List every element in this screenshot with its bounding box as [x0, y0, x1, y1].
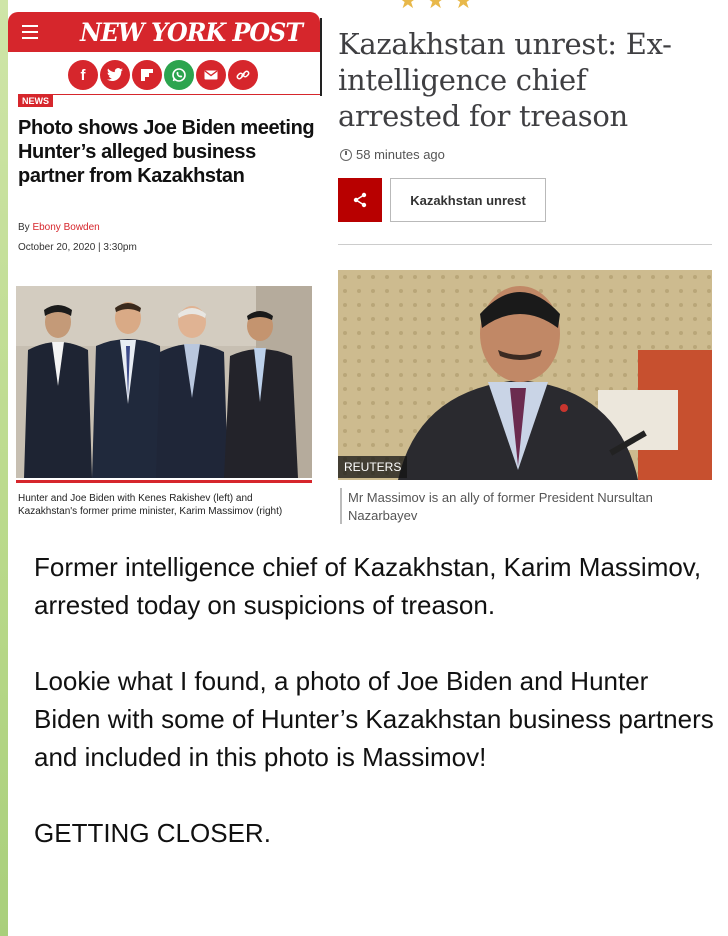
message-text: Former intelligence chief of Kazakhstan,…	[34, 548, 714, 852]
photo-credit: REUTERS	[338, 456, 408, 478]
hamburger-menu-icon[interactable]	[22, 25, 38, 39]
message-paragraph: Lookie what I found, a photo of Joe Bide…	[34, 666, 714, 772]
article-photo	[16, 286, 312, 478]
chat-sidebar-strip	[0, 0, 8, 936]
byline: By Ebony Bowden	[18, 222, 100, 233]
section-rule	[18, 94, 320, 95]
timestamp: 58 minutes ago	[340, 147, 445, 162]
article-headline: Photo shows Joe Biden meeting Hunter’s a…	[18, 117, 315, 187]
column-divider	[320, 18, 322, 96]
email-icon[interactable]	[196, 60, 226, 90]
bbc-screenshot: ★★★ Kazakhstan unrest: Ex-intelligence c…	[320, 0, 728, 540]
rating-stars-icon: ★★★	[398, 0, 482, 13]
flipboard-icon[interactable]	[132, 60, 162, 90]
article-photo	[338, 270, 712, 480]
time-ago: 58 minutes ago	[356, 147, 445, 162]
caption-rule	[340, 488, 342, 524]
author-link[interactable]: Ebony Bowden	[32, 222, 99, 233]
publish-date: October 20, 2020 | 3:30pm	[18, 242, 137, 253]
message-paragraph: GETTING CLOSER.	[34, 818, 271, 848]
divider	[338, 244, 712, 245]
twitter-icon[interactable]	[100, 60, 130, 90]
message-paragraph: Former intelligence chief of Kazakhstan,…	[34, 552, 702, 620]
facebook-icon[interactable]: f	[68, 60, 98, 90]
photo-rule	[16, 480, 312, 483]
article-headline: Kazakhstan unrest: Ex-intelligence chief…	[338, 27, 672, 133]
share-icons-row: f	[68, 60, 258, 90]
topic-tag-button[interactable]: Kazakhstan unrest	[390, 178, 546, 222]
byline-prefix: By	[18, 222, 30, 233]
nypost-screenshot: NEW YORK POST f NEWS Photo shows Joe Bid…	[8, 12, 320, 542]
share-button[interactable]	[338, 178, 382, 222]
nypost-header-bar: NEW YORK POST	[8, 12, 320, 52]
photo-caption: Mr Massimov is an ally of former Preside…	[348, 490, 653, 523]
clock-icon	[340, 148, 352, 161]
section-tag[interactable]: NEWS	[18, 95, 53, 107]
share-icon	[353, 192, 367, 208]
whatsapp-icon[interactable]	[164, 60, 194, 90]
photo-caption: Hunter and Joe Biden with Kenes Rakishev…	[18, 493, 283, 517]
nypost-logo[interactable]: NEW YORK POST	[80, 18, 303, 47]
link-icon[interactable]	[228, 60, 258, 90]
